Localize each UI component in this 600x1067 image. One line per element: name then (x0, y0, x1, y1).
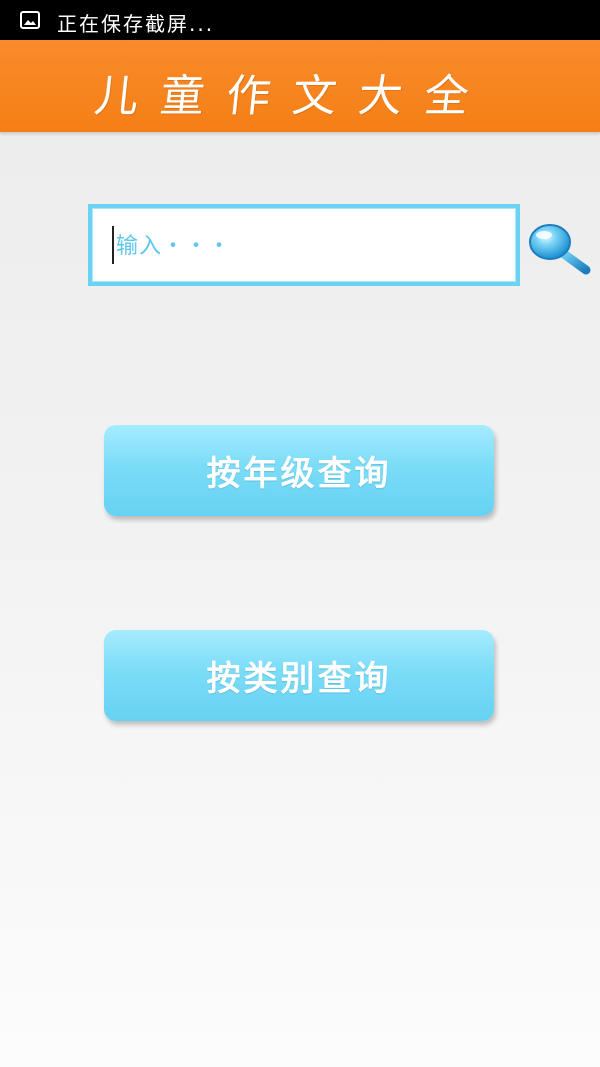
query-by-category-button[interactable]: 按类别查询 (104, 630, 494, 721)
search-box[interactable] (88, 204, 520, 286)
magnifier-icon[interactable] (526, 220, 596, 278)
query-by-grade-label: 按年级查询 (206, 454, 392, 494)
search-input[interactable] (112, 222, 512, 270)
status-text: 正在保存截屏... (57, 12, 215, 36)
query-by-grade-button[interactable]: 按年级查询 (104, 425, 494, 516)
status-bar: 正在保存截屏... (0, 0, 600, 40)
image-icon (20, 11, 40, 29)
app-title: 儿童作文大全 (91, 71, 494, 122)
app-header: 儿童作文大全 (0, 40, 600, 132)
query-by-category-label: 按类别查询 (206, 659, 392, 699)
